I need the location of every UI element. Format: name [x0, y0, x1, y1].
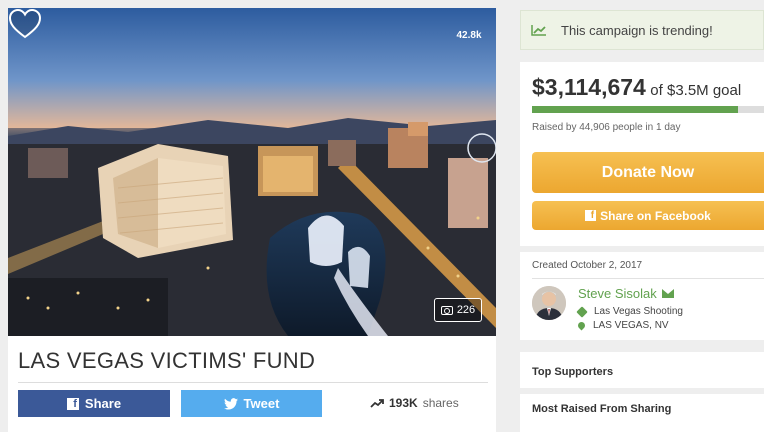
organizer-photo	[532, 286, 566, 320]
facebook-icon: f	[66, 397, 79, 410]
share-label: Share	[84, 396, 122, 411]
shares-count: 193K shares	[370, 396, 459, 410]
location-pin-icon	[576, 320, 587, 331]
tweet-label: Tweet	[243, 396, 280, 411]
divider	[532, 278, 764, 279]
tag-icon	[576, 305, 588, 318]
facebook-share-button[interactable]: f Share	[18, 390, 170, 417]
trending-banner: This campaign is trending!	[520, 10, 764, 50]
top-supporters-header: Top Supporters	[520, 352, 764, 388]
camera-icon	[440, 305, 453, 315]
photo-count: 226	[456, 304, 476, 316]
organizer-card: Created October 2, 2017 Steve Sisolak La…	[520, 252, 764, 340]
mail-icon[interactable]	[661, 289, 674, 298]
trending-arrow-icon	[370, 399, 384, 408]
twitter-bird-icon	[223, 397, 238, 410]
raised-by-text: Raised by 44,906 people in 1 day	[532, 122, 681, 133]
campaign-title: LAS VEGAS VICTIMS' FUND	[18, 348, 488, 383]
trending-chart-icon	[531, 25, 546, 36]
heart-icon[interactable]	[8, 8, 42, 40]
donate-now-button[interactable]: Donate Now	[532, 152, 764, 193]
amount-raised: $3,114,674 of $3.5M goal	[532, 74, 741, 101]
created-date: Created October 2, 2017	[532, 260, 643, 271]
organizer-name-link[interactable]: Steve Sisolak	[578, 286, 674, 301]
campaign-card: 42.8k 226 LAS VEGAS VICTIMS' FUND f Shar…	[8, 8, 496, 432]
facebook-icon: f	[585, 210, 597, 221]
raised-amount: $3,114,674	[532, 74, 646, 100]
campaign-location: LAS VEGAS, NV	[576, 320, 669, 331]
progress-fill	[532, 106, 739, 113]
location-label: LAS VEGAS, NV	[593, 320, 669, 331]
category-label: Las Vegas Shooting	[594, 306, 683, 317]
tweet-button[interactable]: Tweet	[181, 390, 322, 417]
organizer-name: Steve Sisolak	[578, 286, 657, 301]
goal-text: of $3.5M goal	[650, 82, 742, 99]
campaign-category[interactable]: Las Vegas Shooting	[576, 305, 683, 318]
campaign-photo[interactable]: 42.8k 226	[8, 8, 496, 336]
most-raised-header: Most Raised From Sharing	[520, 394, 764, 432]
avatar[interactable]	[532, 286, 566, 320]
donation-card: $3,114,674 of $3.5M goal Raised by 44,90…	[520, 62, 764, 246]
share-on-facebook-label: Share on Facebook	[600, 208, 711, 223]
photo-gallery-button[interactable]: 226	[434, 298, 482, 322]
heart-count: 42.8k	[456, 30, 482, 41]
share-on-facebook-button[interactable]: f Share on Facebook	[532, 201, 764, 230]
trending-text: This campaign is trending!	[561, 22, 713, 38]
las-vegas-strip-image	[8, 8, 496, 336]
progress-bar	[532, 106, 764, 113]
shares-label: shares	[422, 396, 459, 410]
shares-number: 193K	[389, 396, 418, 410]
